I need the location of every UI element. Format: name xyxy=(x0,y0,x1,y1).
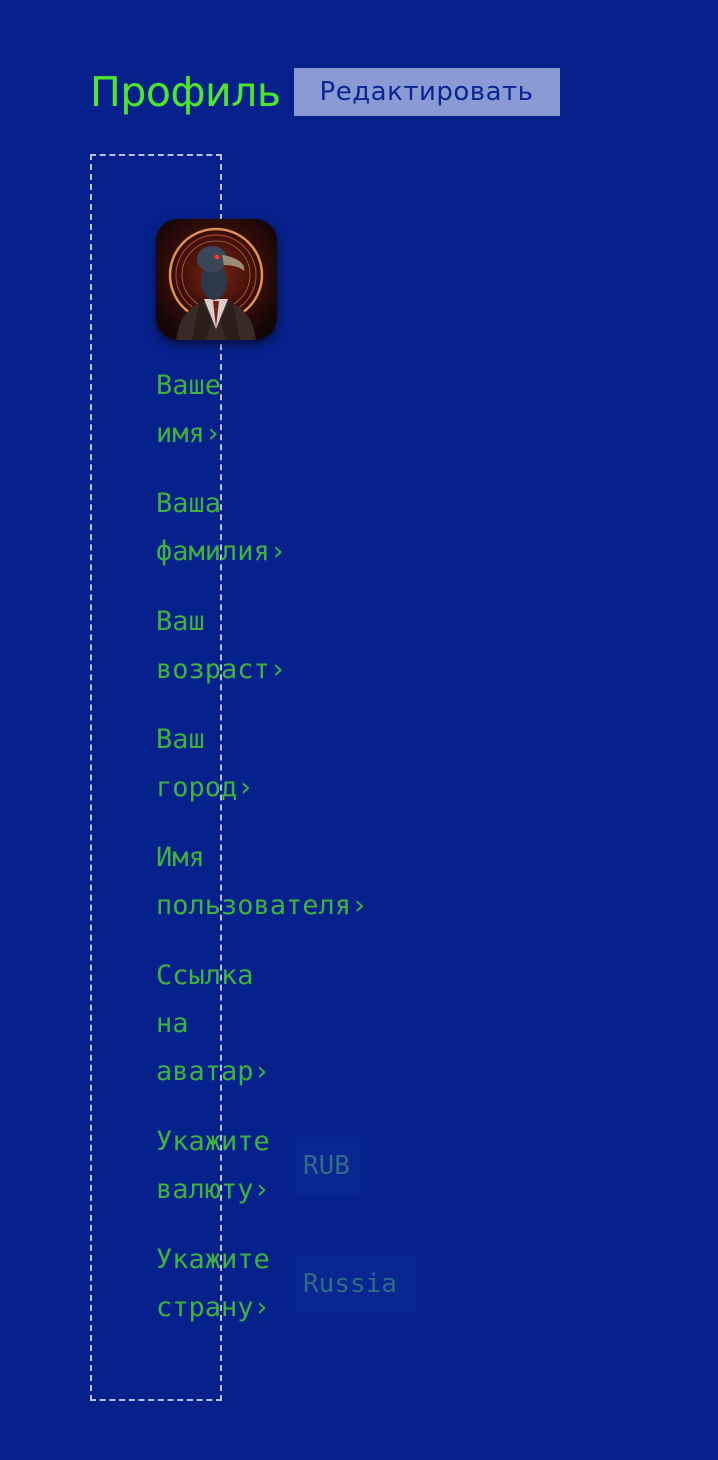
field-label-line: Укажите xyxy=(156,1126,270,1157)
field-age[interactable]: Ваш возраст› xyxy=(156,598,716,694)
field-currency[interactable]: Укажите валюту› RUB xyxy=(156,1118,716,1214)
field-label-line: Имя xyxy=(156,842,205,873)
edit-button[interactable]: Редактировать xyxy=(293,68,560,116)
field-label-line: имя› xyxy=(156,418,222,449)
field-label-line: Ссылка xyxy=(156,960,254,991)
avatar[interactable] xyxy=(156,219,277,340)
profile-fields: Ваше имя› Ваша фамилия› Ваш возраст› Ваш… xyxy=(156,362,716,1354)
field-label-line: на xyxy=(156,1008,189,1039)
field-city[interactable]: Ваш город› xyxy=(156,716,716,812)
field-last-name[interactable]: Ваша фамилия› xyxy=(156,480,716,576)
page-title: Профиль xyxy=(90,67,281,116)
field-label-line: город› xyxy=(156,772,254,803)
field-label-line: Ваш xyxy=(156,724,205,755)
field-country[interactable]: Укажите страну› Russia xyxy=(156,1236,716,1332)
avatar-image-icon xyxy=(156,219,277,340)
country-value[interactable]: Russia xyxy=(296,1255,416,1313)
field-avatar-link[interactable]: Ссылка на аватар› xyxy=(156,952,716,1096)
field-first-name[interactable]: Ваше имя› xyxy=(156,362,716,458)
field-label-line: аватар› xyxy=(156,1056,270,1087)
field-label-line: Укажите xyxy=(156,1244,270,1275)
field-label-line: Ваше xyxy=(156,370,222,401)
field-label-line: Ваша xyxy=(156,488,222,519)
field-label-line: Ваш xyxy=(156,606,205,637)
field-label-line: фамилия› xyxy=(156,536,287,567)
profile-header: Профиль Редактировать xyxy=(90,62,560,122)
field-label-line: возраст› xyxy=(156,654,287,685)
field-label-line: страну› xyxy=(156,1292,270,1323)
field-username[interactable]: Имя пользователя› xyxy=(156,834,716,930)
field-label-line: пользователя› xyxy=(156,890,368,921)
field-label-line: валюту› xyxy=(156,1174,270,1205)
currency-value[interactable]: RUB xyxy=(296,1137,360,1195)
